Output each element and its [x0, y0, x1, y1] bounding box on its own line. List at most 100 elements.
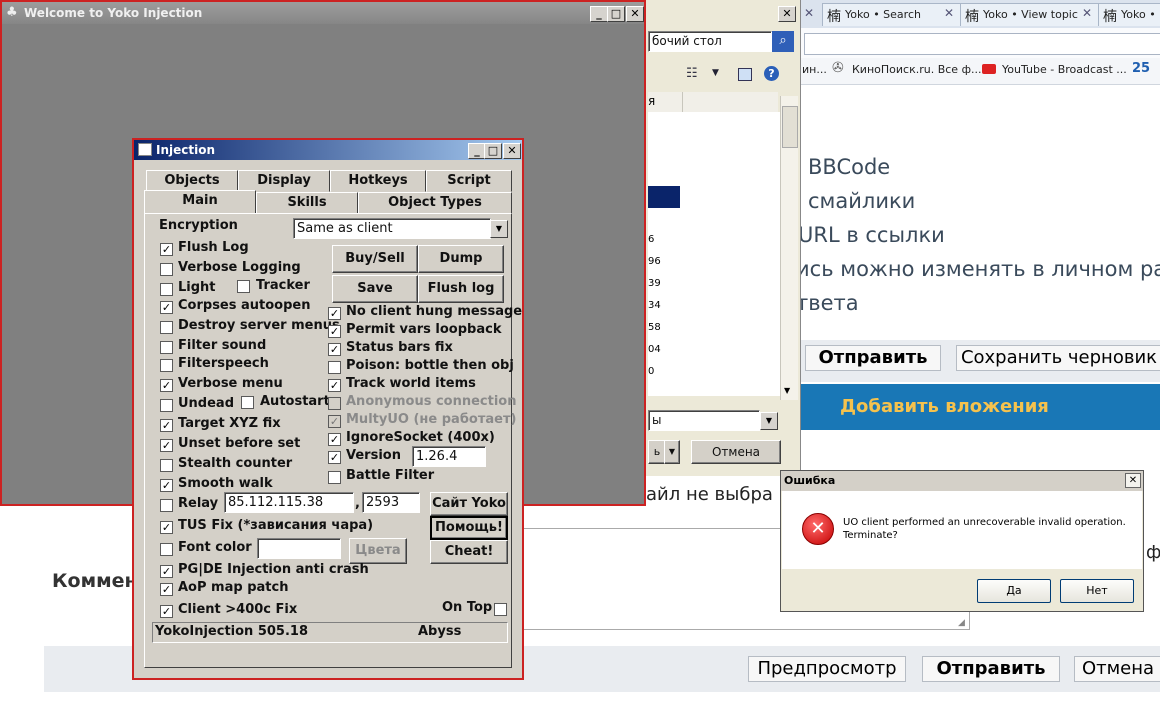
explorer-cancel-button[interactable]: Отмена	[691, 440, 781, 464]
battle-filter-checkbox[interactable]	[328, 471, 341, 484]
option-checkbox[interactable]: ✓	[328, 307, 341, 320]
tab-close-icon[interactable]: ✕	[944, 6, 954, 20]
option-checkbox[interactable]	[160, 459, 173, 472]
resize-grip-icon[interactable]: ◢	[958, 618, 965, 628]
relay-checkbox[interactable]	[160, 499, 173, 512]
close-icon[interactable]: ✕	[503, 143, 521, 159]
on-top-checkbox[interactable]	[494, 603, 507, 616]
tab-hotkeys[interactable]: Hotkeys	[330, 170, 426, 192]
tracker-checkbox[interactable]	[237, 280, 250, 293]
on-top-label: On Top	[442, 600, 493, 615]
welcome-titlebar[interactable]: ♣ Welcome to Yoko Injection	[2, 2, 644, 24]
option-checkbox[interactable]: ✓	[160, 479, 173, 492]
close-icon[interactable]: ✕	[626, 6, 644, 22]
tab-objects[interactable]: Objects	[146, 170, 238, 192]
dump-button[interactable]: Dump	[418, 245, 504, 273]
option-checkbox[interactable]: ✓	[328, 433, 341, 446]
yoko-site-button[interactable]: Сайт Yoko	[430, 492, 508, 516]
bookmark-item[interactable]: ин...	[802, 63, 827, 76]
option-checkbox[interactable]: ✓	[160, 243, 173, 256]
option-checkbox[interactable]	[160, 321, 173, 334]
tab-main[interactable]: Main	[144, 190, 256, 213]
tus-fix-checkbox[interactable]: ✓	[160, 521, 173, 534]
font-color-checkbox[interactable]	[160, 543, 173, 556]
option-checkbox[interactable]	[328, 397, 341, 410]
save-draft-button[interactable]: Сохранить черновик	[956, 345, 1160, 371]
help-button[interactable]: Помощь!	[430, 516, 508, 540]
option-checkbox[interactable]: ✓	[160, 439, 173, 452]
bookmark-item[interactable]: КиноПоиск.ru. Все ф...	[852, 63, 981, 76]
scroll-down-icon[interactable]: ▼	[784, 386, 790, 395]
file-type-dropdown[interactable]: ы	[648, 410, 760, 431]
bookmark-item[interactable]: 25	[1132, 61, 1150, 76]
option-checkbox[interactable]	[160, 399, 173, 412]
tab-script[interactable]: Script	[426, 170, 512, 192]
scroll-thumb[interactable]	[782, 106, 798, 148]
no-button[interactable]: Нет	[1060, 579, 1134, 603]
close-icon[interactable]: ✕	[778, 6, 796, 22]
error-titlebar[interactable]: Ошибка	[781, 471, 1143, 491]
close-icon[interactable]: ✕	[1125, 473, 1141, 488]
option-checkbox[interactable]: ✓	[160, 419, 173, 432]
tab-object-types[interactable]: Object Types	[358, 192, 512, 214]
submit-button[interactable]: Отправить	[805, 345, 941, 371]
scrollbar[interactable]: ▼	[780, 96, 798, 400]
tab-close-icon[interactable]: ✕	[1082, 6, 1092, 20]
url-field[interactable]	[804, 33, 1160, 55]
option-checkbox[interactable]: ✓	[328, 415, 341, 428]
window-title: Welcome to Yoko Injection	[24, 6, 203, 20]
bookmark-item[interactable]: YouTube - Broadcast ...	[1002, 63, 1127, 76]
pgde-checkbox[interactable]: ✓	[160, 565, 173, 578]
column-divider[interactable]	[682, 92, 683, 112]
tab-skills[interactable]: Skills	[256, 192, 358, 214]
cheat-button[interactable]: Cheat!	[430, 540, 508, 564]
help-icon[interactable]: ?	[764, 66, 779, 81]
version-checkbox[interactable]: ✓	[328, 451, 341, 464]
chevron-down-icon[interactable]: ▼	[490, 220, 508, 238]
chevron-down-icon[interactable]: ▼	[760, 412, 778, 430]
autostart-checkbox[interactable]	[241, 396, 254, 409]
buysell-button[interactable]: Buy/Sell	[332, 245, 418, 273]
option-checkbox[interactable]: ✓	[328, 325, 341, 338]
tab-display[interactable]: Display	[238, 170, 330, 192]
view-list-icon[interactable]: ☷	[686, 66, 698, 81]
send-button[interactable]: Отправить	[922, 656, 1060, 682]
option-checkbox[interactable]	[160, 359, 173, 372]
minimize-icon[interactable]: _	[590, 6, 608, 22]
yes-button[interactable]: Да	[977, 579, 1051, 603]
option-checkbox[interactable]	[328, 361, 341, 374]
client400-checkbox[interactable]: ✓	[160, 605, 173, 618]
bbcode-info: BBCode	[808, 155, 891, 179]
option-checkbox[interactable]	[160, 283, 173, 296]
option-checkbox[interactable]	[160, 341, 173, 354]
cancel-button[interactable]: Отмена	[1074, 656, 1160, 682]
chevron-down-icon[interactable]: ▼	[712, 68, 719, 78]
option-checkbox[interactable]: ✓	[328, 343, 341, 356]
add-attachments-link[interactable]: Добавить вложения	[840, 396, 1049, 417]
preview-button[interactable]: Предпросмотр	[748, 656, 906, 682]
chevron-down-icon[interactable]: ▼	[664, 440, 680, 464]
smilies-info: смайлики	[808, 189, 916, 213]
colors-button[interactable]: Цвета	[349, 538, 407, 564]
column-header[interactable]: я	[648, 92, 778, 113]
tab-close-icon[interactable]: ✕	[804, 6, 814, 20]
aop-checkbox[interactable]: ✓	[160, 583, 173, 596]
flush-log-button[interactable]: Flush log	[418, 275, 504, 303]
relay-ip-field[interactable]: 85.112.115.38	[224, 492, 354, 513]
maximize-icon[interactable]: □	[607, 6, 625, 22]
option-checkbox[interactable]	[160, 263, 173, 276]
maximize-icon[interactable]: □	[484, 143, 502, 159]
injection-titlebar[interactable]: Injection	[134, 140, 522, 160]
version-field[interactable]: 1.26.4	[412, 446, 486, 467]
relay-port-field[interactable]: 2593	[362, 492, 420, 513]
preview-pane-icon[interactable]	[738, 68, 752, 81]
save-button[interactable]: Save	[332, 275, 418, 303]
path-field[interactable]: бочий стол	[648, 31, 772, 52]
browser-tab[interactable]: 楠 Yoko •	[1098, 3, 1160, 26]
option-checkbox[interactable]: ✓	[328, 379, 341, 392]
option-checkbox[interactable]: ✓	[160, 379, 173, 392]
encryption-select[interactable]: Same as client	[293, 218, 491, 239]
option-checkbox[interactable]: ✓	[160, 301, 173, 314]
selected-row[interactable]	[648, 186, 680, 208]
search-icon[interactable]: ⌕	[772, 31, 794, 52]
